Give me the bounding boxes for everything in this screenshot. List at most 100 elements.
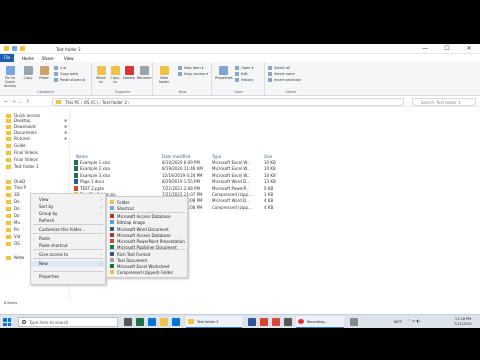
tab-file[interactable]: File <box>0 54 14 62</box>
history-button[interactable]: History <box>235 78 253 82</box>
sidebar-item[interactable]: OneD <box>6 179 25 184</box>
submenu-item[interactable]: Microsoft Publisher Document <box>107 245 187 251</box>
sidebar-item[interactable]: Final Videos <box>6 157 38 162</box>
cut-button[interactable]: Cut <box>54 66 66 70</box>
context-menu-item[interactable]: Give access to › <box>31 252 105 258</box>
file-size: 13 KB <box>264 179 276 185</box>
app-icon[interactable] <box>284 318 292 326</box>
context-menu-item[interactable]: Refresh <box>31 218 105 224</box>
maximize-button[interactable]: ☐ <box>436 44 458 54</box>
rename-button[interactable]: Rename <box>137 66 151 80</box>
new-item-button[interactable]: New item ▾ <box>178 66 204 70</box>
sidebar-item[interactable]: Pictures ✱ <box>6 136 67 141</box>
sidebar-item[interactable]: This P <box>6 185 26 190</box>
sidebar-item[interactable]: Downloads ✱ <box>6 124 67 129</box>
context-menu-item[interactable]: Paste <box>31 236 105 242</box>
sidebar-item[interactable]: Documents ✱ <box>6 130 67 135</box>
open-icon <box>235 66 239 70</box>
edge-icon[interactable] <box>148 318 156 326</box>
copy-button[interactable]: Copy <box>22 66 34 80</box>
edit-button[interactable]: Edit <box>235 72 248 76</box>
powerpoint-icon[interactable] <box>260 318 268 326</box>
column-type[interactable]: Type <box>212 154 221 159</box>
select-none-button[interactable]: Select none <box>268 72 295 76</box>
context-menu-item[interactable]: Customize this folder... <box>31 227 105 233</box>
folder-search-input[interactable]: Search Test folder 3 <box>412 98 476 106</box>
file-explorer-icon[interactable] <box>160 318 168 326</box>
app-icon[interactable] <box>350 318 358 326</box>
select-all-button[interactable]: Select all <box>268 66 290 70</box>
context-menu-item[interactable]: New › <box>31 261 105 267</box>
address-bar[interactable]: This PC › OS (C:) › Test folder 3 › <box>52 98 404 106</box>
pin-quick-access-button[interactable]: Pin to Quick access <box>2 66 18 88</box>
new-folder-icon[interactable] <box>20 46 25 51</box>
nav-buttons[interactable]: ←→⌄↑ <box>4 99 33 105</box>
sidebar-item[interactable]: Mu <box>6 220 20 225</box>
folder-icon <box>6 151 11 155</box>
minimize-button[interactable]: — <box>414 44 436 54</box>
table-row[interactable]: Page 1.docx 8/29/2019 1:55 PM Microsoft Wo… <box>74 179 284 185</box>
table-row[interactable]: Example 3.xlsx 12/19/2019 4:20 PM Microsof… <box>74 172 284 179</box>
context-menu-item[interactable]: Paste shortcut <box>31 243 105 249</box>
task-view-icon[interactable] <box>124 318 132 326</box>
easy-access-button[interactable]: Easy access ▾ <box>178 72 208 76</box>
sidebar-item[interactable]: Test folder 3 <box>6 164 39 169</box>
table-row[interactable]: Example 2.xlsx 8/19/2020 11:46 AM Microsof… <box>74 166 284 172</box>
folder-icon <box>6 193 11 197</box>
properties-button[interactable]: Properties <box>215 66 233 80</box>
new-folder-button[interactable]: New folder <box>156 66 172 84</box>
weather-label[interactable]: 68°F <box>394 320 402 324</box>
column-size[interactable]: Size <box>264 154 272 159</box>
table-row[interactable]: TEST 2.pptx 7/21/2021 2:08 PM Microsoft Po… <box>74 185 284 192</box>
delete-button[interactable]: Delete <box>123 66 135 80</box>
tab-view[interactable]: View <box>64 56 74 61</box>
context-menu-item[interactable]: Sort by › <box>31 204 105 210</box>
taskbar-app-explorer[interactable]: Test folder 3 <box>186 316 242 328</box>
sidebar-item[interactable]: Do <box>6 206 20 211</box>
save-icon[interactable] <box>12 46 17 51</box>
sidebar-item[interactable]: Guide <box>6 143 26 148</box>
table-row[interactable]: Example 1.xlsx 8/10/2020 6:09 PM Microsoft… <box>74 160 284 166</box>
column-name[interactable]: Name <box>76 154 88 159</box>
sidebar-item[interactable]: Desktop ✱ <box>6 118 67 123</box>
sidebar-item[interactable]: Netw <box>6 255 24 260</box>
tab-share[interactable]: Share <box>42 56 54 61</box>
sidebar-item[interactable]: De <box>6 199 20 204</box>
word-icon[interactable] <box>248 318 256 326</box>
sidebar-item[interactable]: Final Videos <box>6 150 38 155</box>
start-button[interactable] <box>3 318 11 326</box>
sidebar-item[interactable]: OS <box>6 241 20 246</box>
close-button[interactable]: ✕ <box>458 44 480 54</box>
paste-button[interactable]: Paste <box>38 66 50 80</box>
taskbar-search-input[interactable]: Type here to search <box>18 317 118 327</box>
sidebar-item[interactable]: 3D <box>6 192 20 197</box>
copy-path-button[interactable]: Copy path <box>54 72 78 76</box>
store-icon[interactable] <box>172 318 180 326</box>
tray-icons[interactable]: ⌃ ▭ ◖) <box>408 319 420 323</box>
column-date[interactable]: Date modified <box>162 154 190 159</box>
invert-selection-button[interactable]: Invert selection <box>268 78 301 82</box>
submenu-item[interactable]: Bitmap image <box>107 220 187 226</box>
open-button[interactable]: Open ▾ <box>235 66 253 70</box>
submenu-item[interactable]: Shortcut <box>107 206 187 212</box>
copy-icon <box>23 66 33 75</box>
chrome-icon[interactable] <box>272 318 280 326</box>
sidebar-item[interactable]: Vid <box>6 234 20 239</box>
excel-icon[interactable] <box>136 318 144 326</box>
paste-shortcut-button[interactable]: Paste shortcut <box>54 78 85 82</box>
submenu-item[interactable]: Compressed (zipped) Folder <box>107 270 187 276</box>
taskbar-app-recording[interactable]: Recording... <box>296 316 344 328</box>
context-menu-item[interactable]: View › <box>31 197 105 203</box>
context-menu-item[interactable]: Group by › <box>31 211 105 217</box>
file-type-icon <box>110 200 114 204</box>
menu-separator <box>109 212 185 213</box>
sidebar-item[interactable]: Do <box>6 213 20 218</box>
context-menu-item[interactable]: Properties <box>31 274 105 280</box>
clock[interactable]: 11:18 PM 7/21/2021 <box>454 317 472 327</box>
copy-to-button[interactable]: Copy to <box>109 66 121 84</box>
menu-separator <box>33 233 103 234</box>
tab-home[interactable]: Home <box>22 56 34 61</box>
file-type-icon <box>110 227 114 231</box>
move-to-button[interactable]: Move to <box>95 66 107 84</box>
sidebar-item[interactable]: Pic <box>6 227 20 232</box>
